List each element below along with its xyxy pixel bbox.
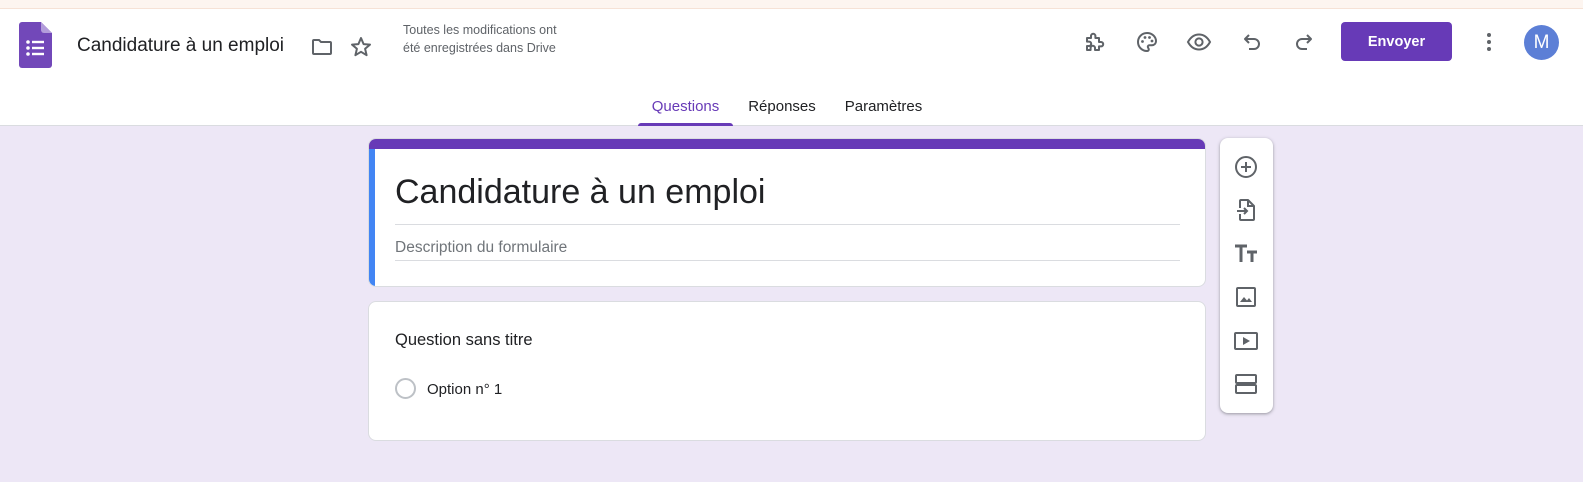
- app-header: Candidature à un emploi Toutes les modif…: [0, 9, 1583, 126]
- undo-icon[interactable]: [1239, 29, 1265, 55]
- avatar[interactable]: M: [1524, 25, 1559, 60]
- add-question-icon[interactable]: [1232, 153, 1260, 181]
- forms-logo-icon[interactable]: [19, 22, 52, 68]
- add-section-icon[interactable]: [1232, 370, 1260, 398]
- star-icon[interactable]: [348, 35, 374, 59]
- floating-toolbar: [1220, 138, 1273, 413]
- form-description-field[interactable]: Description du formulaire: [395, 239, 567, 257]
- divider: [395, 224, 1180, 225]
- add-video-icon[interactable]: [1232, 327, 1260, 355]
- question-card[interactable]: Question sans titre Option n° 1: [368, 301, 1206, 441]
- form-title-card[interactable]: Candidature à un emploi Description du f…: [368, 138, 1206, 287]
- addon-puzzle-icon[interactable]: [1082, 29, 1108, 55]
- card-accent-bar: [369, 139, 1205, 149]
- document-title[interactable]: Candidature à un emploi: [77, 35, 284, 57]
- redo-icon[interactable]: [1291, 29, 1317, 55]
- question-title[interactable]: Question sans titre: [395, 331, 533, 350]
- add-image-icon[interactable]: [1232, 283, 1260, 311]
- tab-bar: Questions Réponses Paramètres: [0, 87, 1583, 126]
- add-title-icon[interactable]: [1232, 240, 1260, 268]
- preview-eye-icon[interactable]: [1186, 29, 1212, 55]
- card-focus-indicator: [369, 149, 375, 286]
- folder-icon[interactable]: [309, 35, 335, 59]
- option-label[interactable]: Option n° 1: [427, 381, 502, 398]
- save-status-text: Toutes les modifications ont été enregis…: [403, 23, 557, 55]
- tab-responses[interactable]: Réponses: [742, 87, 822, 126]
- more-vert-icon[interactable]: [1477, 29, 1501, 55]
- tab-settings[interactable]: Paramètres: [838, 87, 929, 126]
- send-button[interactable]: Envoyer: [1341, 22, 1452, 61]
- palette-icon[interactable]: [1134, 29, 1160, 55]
- form-title[interactable]: Candidature à un emploi: [395, 173, 765, 212]
- import-questions-icon[interactable]: [1232, 196, 1260, 224]
- top-banner-strip: [0, 0, 1583, 9]
- tab-questions[interactable]: Questions: [638, 87, 733, 126]
- divider: [395, 260, 1180, 261]
- radio-button[interactable]: [395, 378, 416, 399]
